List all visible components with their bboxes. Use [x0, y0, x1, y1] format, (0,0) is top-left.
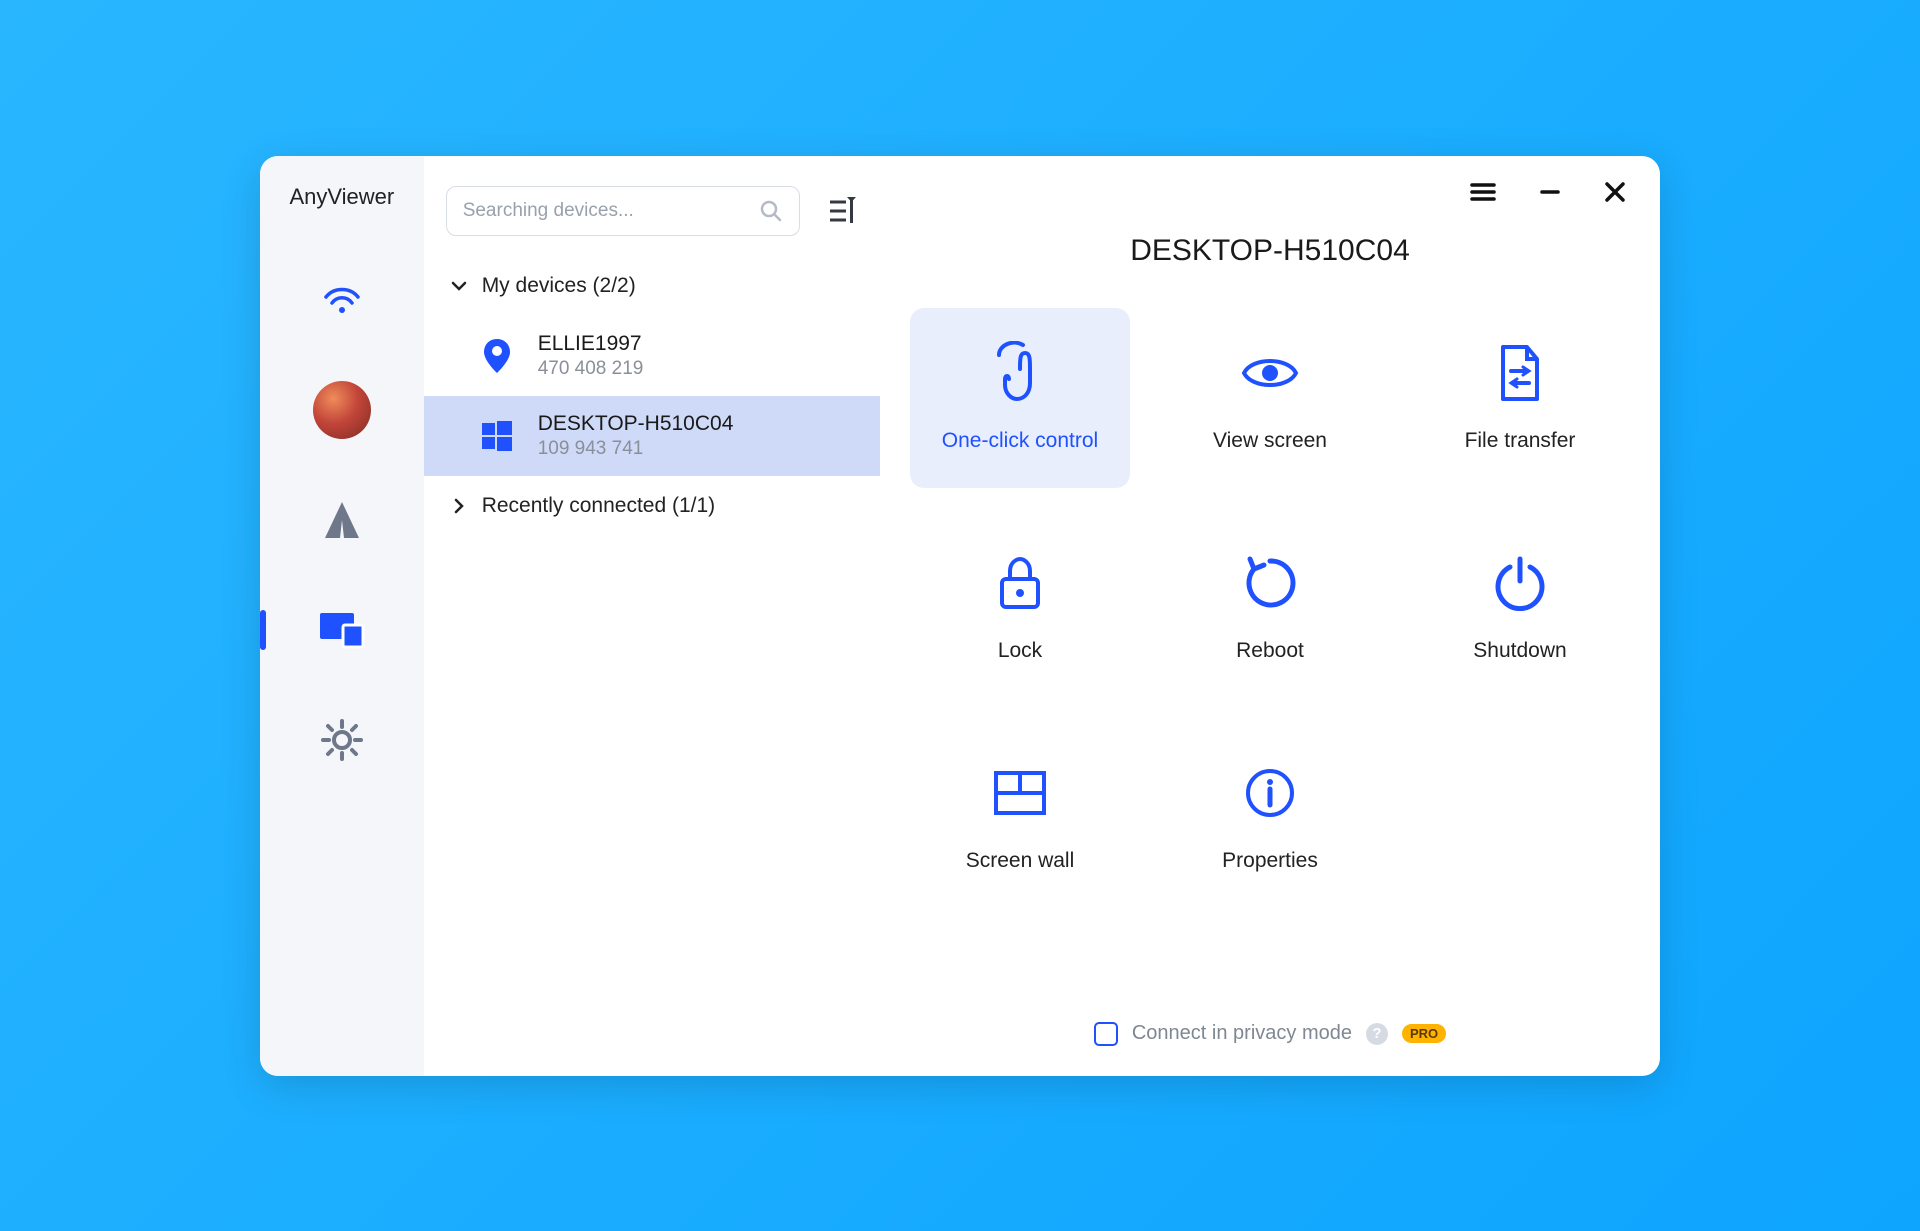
detail-title: DESKTOP-H510C04 [910, 234, 1630, 268]
info-icon [1240, 763, 1300, 823]
list-sort-icon[interactable] [828, 197, 858, 225]
lock-icon [990, 553, 1050, 613]
privacy-row: Connect in privacy mode ? PRO [910, 1022, 1630, 1056]
action-view-screen[interactable]: View screen [1160, 308, 1380, 488]
action-lock[interactable]: Lock [910, 518, 1130, 698]
menu-button[interactable] [1466, 178, 1500, 206]
search-input[interactable] [463, 200, 759, 222]
detail-panel: DESKTOP-H510C04 One-click control View s… [880, 156, 1660, 1076]
nav-account[interactable] [260, 360, 424, 460]
action-shutdown[interactable]: Shutdown [1410, 518, 1630, 698]
menu-icon [1470, 182, 1496, 202]
device-id: 470 408 219 [538, 358, 644, 380]
nav-road[interactable] [260, 470, 424, 570]
device-list-panel: My devices (2/2) ELLIE1997 470 408 219 D… [424, 156, 880, 1076]
action-grid: One-click control View screen File trans… [910, 308, 1630, 908]
action-label: Reboot [1236, 639, 1304, 663]
search-box[interactable] [446, 186, 800, 236]
touch-icon [990, 343, 1050, 403]
app-title: AnyViewer [289, 184, 394, 210]
avatar-icon [313, 381, 371, 439]
action-label: Properties [1222, 849, 1318, 873]
action-label: Shutdown [1473, 639, 1566, 663]
group-my-devices[interactable]: My devices (2/2) [424, 256, 880, 316]
device-row-ellie[interactable]: ELLIE1997 470 408 219 [424, 316, 880, 396]
close-button[interactable] [1600, 177, 1630, 207]
action-file-transfer[interactable]: File transfer [1410, 308, 1630, 488]
reboot-icon [1240, 553, 1300, 613]
action-one-click-control[interactable]: One-click control [910, 308, 1130, 488]
action-label: File transfer [1465, 429, 1576, 453]
close-icon [1604, 181, 1626, 203]
search-row [424, 186, 880, 256]
sidebar: AnyViewer [260, 156, 424, 1076]
action-label: View screen [1213, 429, 1327, 453]
search-icon [759, 199, 783, 223]
wifi-icon [322, 285, 362, 315]
road-icon [319, 500, 365, 540]
privacy-checkbox[interactable] [1094, 1022, 1118, 1046]
windows-icon [478, 417, 516, 455]
chevron-down-icon [450, 281, 468, 291]
privacy-label: Connect in privacy mode [1132, 1022, 1352, 1045]
device-name: ELLIE1997 [538, 332, 644, 356]
app-window: AnyViewer [260, 156, 1660, 1076]
nav-settings[interactable] [260, 690, 424, 790]
device-row-desktop[interactable]: DESKTOP-H510C04 109 943 741 [424, 396, 880, 476]
device-id: 109 943 741 [538, 438, 734, 460]
action-screen-wall[interactable]: Screen wall [910, 728, 1130, 908]
minimize-button[interactable] [1536, 178, 1564, 206]
nav-connection[interactable] [260, 250, 424, 350]
action-reboot[interactable]: Reboot [1160, 518, 1380, 698]
grid-icon [990, 763, 1050, 823]
eye-icon [1240, 343, 1300, 403]
location-icon [478, 337, 516, 375]
action-label: Screen wall [966, 849, 1075, 873]
action-label: One-click control [942, 429, 1098, 453]
titlebar [910, 174, 1630, 210]
file-transfer-icon [1490, 343, 1550, 403]
power-icon [1490, 553, 1550, 613]
group-recent[interactable]: Recently connected (1/1) [424, 476, 880, 536]
group-my-devices-label: My devices (2/2) [482, 274, 636, 298]
help-icon[interactable]: ? [1366, 1023, 1388, 1045]
devices-icon [317, 609, 367, 651]
group-recent-label: Recently connected (1/1) [482, 494, 715, 518]
device-name: DESKTOP-H510C04 [538, 412, 734, 436]
action-label: Lock [998, 639, 1042, 663]
nav-devices[interactable] [260, 580, 424, 680]
gear-icon [319, 717, 365, 763]
action-properties[interactable]: Properties [1160, 728, 1380, 908]
chevron-right-icon [450, 498, 468, 514]
minimize-icon [1540, 182, 1560, 202]
pro-badge: PRO [1402, 1024, 1446, 1043]
